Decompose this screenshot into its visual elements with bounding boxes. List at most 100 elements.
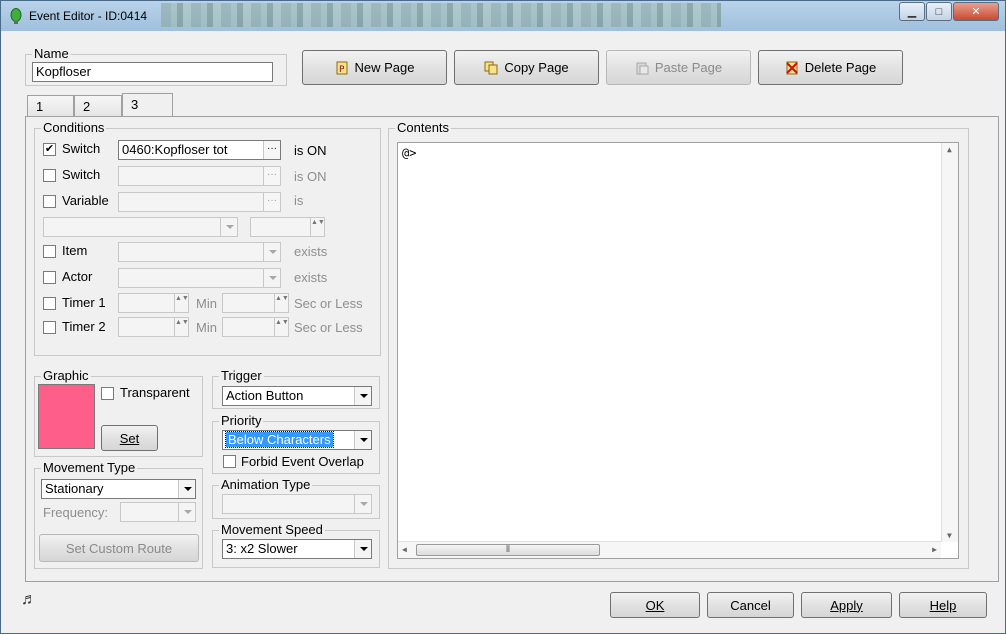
movement-speed-value: 3: x2 Slower <box>226 541 298 556</box>
actor-state: exists <box>294 270 328 285</box>
scroll-down-icon[interactable]: ▼ <box>947 531 952 540</box>
background-tiles <box>161 3 721 27</box>
paste-page-label: Paste Page <box>654 60 723 75</box>
actor-select[interactable] <box>118 268 281 288</box>
apply-label: Apply <box>830 597 863 613</box>
horizontal-scroll-thumb[interactable]: ⦀ <box>416 544 600 556</box>
chevron-down-icon <box>178 480 195 498</box>
timer2-min-label: Min <box>196 320 217 335</box>
window-title: Event Editor - ID:0414 <box>29 9 148 23</box>
spin-arrows-icon: ▲▼ <box>174 294 189 312</box>
tab-page-3[interactable]: 3 <box>122 93 173 117</box>
tab-page-3-label: 3 <box>131 97 139 112</box>
horizontal-scrollbar[interactable]: ◀ ⦀ ▶ <box>398 541 941 558</box>
timer2-label: Timer 2 <box>62 319 106 334</box>
close-button[interactable]: ✕ <box>953 2 999 21</box>
switch1-checkbox[interactable]: ✔ <box>43 143 56 156</box>
scroll-left-icon[interactable]: ◀ <box>402 545 407 554</box>
frequency-select[interactable] <box>120 502 196 522</box>
timer1-checkbox[interactable] <box>43 297 56 310</box>
variable-state: is <box>294 193 304 208</box>
minimize-button[interactable]: ▁ <box>899 2 925 21</box>
timer1-sec-stepper[interactable]: ▲▼ <box>222 293 289 313</box>
set-graphic-button[interactable]: Set <box>101 425 158 451</box>
svg-text:P: P <box>339 65 345 75</box>
variable-browse-button[interactable]: ··· <box>263 193 280 211</box>
spin-arrows-icon: ▲▼ <box>274 294 289 312</box>
priority-value: Below Characters <box>225 431 334 448</box>
copy-page-button[interactable]: Copy Page <box>454 50 599 85</box>
switch2-browse-button[interactable]: ··· <box>263 167 280 185</box>
animation-type-select[interactable] <box>222 494 372 514</box>
item-select[interactable] <box>118 242 281 262</box>
cancel-label: Cancel <box>730 597 771 613</box>
timer2-sec-stepper[interactable]: ▲▼ <box>222 317 289 337</box>
tab-page-1[interactable]: 1 <box>27 95 74 117</box>
ok-label: OK <box>645 597 665 613</box>
new-page-icon: P <box>336 61 347 75</box>
variable-field[interactable]: ··· <box>118 192 281 212</box>
copy-page-icon <box>484 61 498 74</box>
maximize-button[interactable]: □ <box>926 2 952 21</box>
maximize-icon: □ <box>935 5 943 18</box>
trigger-select[interactable]: Action Button <box>222 386 372 406</box>
movement-speed-label: Movement Speed <box>219 522 325 537</box>
set-custom-route-button[interactable]: Set Custom Route <box>39 534 199 562</box>
scroll-up-icon[interactable]: ▲ <box>947 145 952 154</box>
scroll-right-icon[interactable]: ▶ <box>932 545 937 554</box>
copy-page-label: Copy Page <box>504 60 569 75</box>
command-line[interactable]: @> <box>402 146 416 160</box>
transparent-label: Transparent <box>120 385 190 400</box>
forbid-overlap-checkbox[interactable] <box>223 455 236 468</box>
switch1-browse-button[interactable]: ··· <box>263 141 280 159</box>
movement-type-select[interactable]: Stationary <box>41 479 196 499</box>
new-page-button[interactable]: P New Page <box>302 50 447 85</box>
tab-page-1-label: 1 <box>36 99 44 114</box>
switch1-field[interactable]: 0460:Kopfloser tot ··· <box>118 140 281 160</box>
priority-label: Priority <box>219 413 264 428</box>
name-input[interactable]: Kopfloser <box>32 62 273 82</box>
switch2-state: is ON <box>294 169 327 184</box>
chevron-down-icon <box>354 387 371 405</box>
timer1-min-stepper[interactable]: ▲▼ <box>118 293 189 313</box>
variable-operator-select[interactable] <box>43 217 238 237</box>
variable-checkbox[interactable] <box>43 195 56 208</box>
transparent-checkbox[interactable] <box>101 387 114 400</box>
apply-button[interactable]: Apply <box>801 592 892 618</box>
trigger-label: Trigger <box>219 368 264 383</box>
tab-page-2-label: 2 <box>83 99 91 114</box>
vertical-scrollbar[interactable]: ▲ ▼ <box>941 143 958 542</box>
switch2-checkbox[interactable] <box>43 169 56 182</box>
title-bar[interactable]: Event Editor - ID:0414 ▁ □ ✕ <box>1 1 1005 31</box>
priority-select[interactable]: Below Characters <box>222 430 372 450</box>
timer2-checkbox[interactable] <box>43 321 56 334</box>
check-icon: ✔ <box>44 143 55 155</box>
timer2-min-stepper[interactable]: ▲▼ <box>118 317 189 337</box>
variable-value-stepper[interactable]: ▲▼ <box>250 217 325 237</box>
actor-checkbox[interactable] <box>43 271 56 284</box>
paste-page-button[interactable]: Paste Page <box>606 50 751 85</box>
timer2-sec-label: Sec or Less <box>294 320 363 335</box>
chevron-down-icon <box>354 431 371 449</box>
tab-page-2[interactable]: 2 <box>74 95 122 117</box>
item-checkbox[interactable] <box>43 245 56 258</box>
music-icon[interactable]: ♬ <box>21 591 37 609</box>
movement-type-label: Movement Type <box>41 460 138 475</box>
ok-button[interactable]: OK <box>610 592 700 618</box>
timer1-label: Timer 1 <box>62 295 106 310</box>
graphic-preview[interactable] <box>38 384 95 449</box>
event-commands-list[interactable]: @> ▲ ▼ ◀ ⦀ ▶ <box>397 142 959 559</box>
help-button[interactable]: Help <box>899 592 987 618</box>
paste-page-icon <box>636 62 649 74</box>
conditions-label: Conditions <box>41 120 107 135</box>
chevron-down-icon <box>178 503 195 521</box>
timer1-min-label: Min <box>196 296 217 311</box>
switch1-label: Switch <box>62 141 101 156</box>
switch2-field[interactable]: ··· <box>118 166 281 186</box>
switch2-label: Switch <box>62 167 101 182</box>
item-state: exists <box>294 244 328 259</box>
cancel-button[interactable]: Cancel <box>707 592 794 618</box>
movement-speed-select[interactable]: 3: x2 Slower <box>222 539 372 559</box>
delete-page-button[interactable]: Delete Page <box>758 50 903 85</box>
chevron-down-icon <box>263 243 280 261</box>
